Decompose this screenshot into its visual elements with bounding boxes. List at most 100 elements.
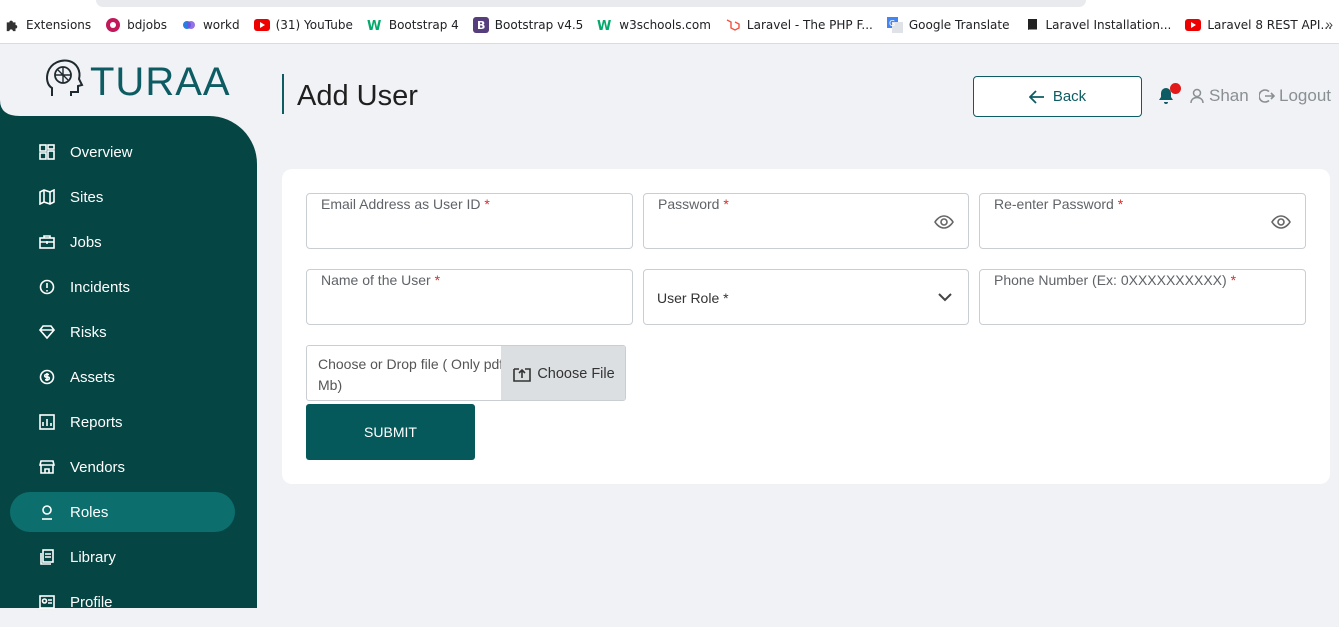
- laravel-icon: [725, 17, 741, 33]
- password-field[interactable]: Password *: [643, 193, 969, 249]
- bookmark-bdjobs[interactable]: bdjobs: [105, 17, 167, 33]
- sidebar-item-label: Sites: [70, 188, 104, 206]
- reenter-password-label: Re-enter Password *: [994, 196, 1124, 212]
- sidebar-item-sites[interactable]: Sites: [0, 177, 257, 217]
- name-label-text: Name of the User: [321, 272, 431, 288]
- file-drop-text: Choose or Drop file ( Only pdf Mb): [318, 354, 503, 396]
- store-icon: [38, 458, 56, 476]
- bookmark-label: Laravel 8 REST API...: [1207, 18, 1332, 32]
- sidebar-nav: Overview Sites Jobs Incidents Risks Asse…: [0, 132, 257, 627]
- user-name-field[interactable]: Name of the User *: [306, 269, 633, 325]
- report-icon: [38, 413, 56, 431]
- youtube-icon: [1185, 17, 1202, 33]
- required-mark: *: [723, 196, 729, 212]
- sidebar-item-label: Incidents: [70, 278, 131, 296]
- bdjobs-icon: [105, 17, 121, 33]
- dashboard-icon: [38, 143, 56, 161]
- reenter-password-input[interactable]: [994, 216, 1265, 242]
- user-icon: [1190, 88, 1204, 104]
- user-name-label: Name of the User *: [321, 272, 441, 288]
- bookmarks-list: Extensions bdjobs workd (31) YouTube W B…: [0, 15, 1339, 35]
- required-mark: *: [484, 196, 490, 212]
- user-role-value: User Role *: [657, 290, 729, 306]
- user-name-input[interactable]: [321, 292, 592, 318]
- translate-icon: G: [886, 17, 903, 33]
- file-drop-zone[interactable]: Choose or Drop file ( Only pdf Mb) Choos…: [306, 345, 626, 401]
- svg-text:W: W: [367, 19, 381, 32]
- upload-icon: [513, 366, 532, 382]
- phone-label-text: Phone Number (Ex: 0XXXXXXXXXX): [994, 272, 1227, 288]
- required-mark: *: [1230, 272, 1237, 288]
- user-name: Shan: [1209, 86, 1249, 105]
- eye-icon[interactable]: [1271, 212, 1291, 232]
- sidebar-item-incidents[interactable]: Incidents: [0, 267, 257, 307]
- submit-button[interactable]: SUBMIT: [306, 404, 475, 460]
- user-role-select[interactable]: User Role *: [643, 269, 969, 325]
- sidebar-item-label: Jobs: [70, 233, 102, 251]
- page-title: Add User: [297, 80, 418, 112]
- bookmark-youtube[interactable]: (31) YouTube: [253, 17, 353, 33]
- logout-button[interactable]: Logout: [1259, 86, 1331, 106]
- library-icon: [38, 548, 56, 566]
- brand-name: TURAA: [90, 60, 231, 104]
- sidebar-item-overview[interactable]: Overview: [0, 132, 257, 172]
- required-mark: *: [434, 272, 441, 288]
- bookmark-label: Bootstrap v4.5: [494, 18, 584, 32]
- sidebar-item-profile[interactable]: Profile: [0, 582, 257, 622]
- bookmarks-bar: Extensions bdjobs workd (31) YouTube W B…: [0, 0, 1339, 44]
- sidebar-item-reports[interactable]: Reports: [0, 402, 257, 442]
- bookmark-label: Extensions: [26, 18, 92, 32]
- brain-head-icon: [44, 58, 84, 107]
- password-label-text: Password: [658, 196, 720, 212]
- sidebar-item-roles[interactable]: Roles: [10, 492, 235, 532]
- sidebar-item-label: Roles: [70, 503, 109, 521]
- bookmark-google-translate[interactable]: G Google Translate: [886, 17, 1010, 33]
- bookmark-label: Laravel - The PHP F...: [746, 18, 873, 32]
- sidebar-item-label: Overview: [70, 143, 133, 161]
- sidebar-item-library[interactable]: Library: [0, 537, 257, 577]
- password-input[interactable]: [658, 216, 928, 242]
- choose-file-button[interactable]: Choose File: [501, 346, 625, 400]
- bookmark-label: workd: [202, 18, 240, 32]
- sidebar-item-assets[interactable]: Assets: [0, 357, 257, 397]
- bookmark-label: Laravel Installation...: [1045, 18, 1172, 32]
- logout-icon: [1259, 88, 1275, 104]
- bookmark-w3schools[interactable]: W w3schools.com: [597, 17, 711, 33]
- w3-icon: W: [597, 17, 613, 33]
- choose-file-label: Choose File: [537, 366, 615, 382]
- bookmark-bootstrap45[interactable]: B Bootstrap v4.5: [472, 17, 584, 33]
- bookmark-laravel-rest[interactable]: Laravel 8 REST API...: [1185, 17, 1332, 33]
- bookmark-bootstrap4[interactable]: W Bootstrap 4: [367, 17, 459, 33]
- email-input[interactable]: [321, 216, 592, 242]
- bootstrap-icon: B: [472, 17, 489, 33]
- reenter-password-field[interactable]: Re-enter Password *: [979, 193, 1306, 249]
- bookmark-label: Bootstrap 4: [388, 18, 459, 32]
- bookmark-label: w3schools.com: [619, 18, 711, 32]
- bookmark-extensions[interactable]: Extensions: [4, 17, 91, 33]
- bookmark-workd[interactable]: workd: [181, 17, 240, 33]
- phone-input[interactable]: [994, 292, 1265, 318]
- sidebar-item-risks[interactable]: Risks: [0, 312, 257, 352]
- bookmark-label: Google Translate: [908, 18, 1010, 32]
- eye-icon[interactable]: [934, 212, 954, 232]
- email-label: Email Address as User ID *: [321, 196, 490, 212]
- svg-text:G: G: [889, 19, 895, 28]
- briefcase-icon: [38, 233, 56, 251]
- sidebar-item-vendors[interactable]: Vendors: [0, 447, 257, 487]
- bookmarks-overflow-button[interactable]: »: [1325, 16, 1333, 32]
- back-button[interactable]: Back: [973, 76, 1142, 117]
- notification-badge: [1170, 83, 1181, 94]
- bookmark-laravel-installation[interactable]: Laravel Installation...: [1024, 17, 1172, 33]
- bookmark-laravel[interactable]: Laravel - The PHP F...: [725, 17, 873, 33]
- email-field[interactable]: Email Address as User ID *: [306, 193, 633, 249]
- sidebar-item-label: Library: [70, 548, 116, 566]
- required-mark: *: [1117, 196, 1124, 212]
- diamond-icon: [38, 323, 56, 341]
- brand-logo[interactable]: TURAA: [44, 58, 231, 107]
- phone-field[interactable]: Phone Number (Ex: 0XXXXXXXXXX) *: [979, 269, 1306, 325]
- bookmark-label: (31) YouTube: [275, 18, 353, 32]
- user-menu[interactable]: Shan: [1190, 86, 1249, 106]
- sidebar-item-jobs[interactable]: Jobs: [0, 222, 257, 262]
- address-bar[interactable]: [96, 0, 1086, 7]
- sidebar: TURAA Overview Sites Jobs Incidents Risk…: [0, 44, 257, 611]
